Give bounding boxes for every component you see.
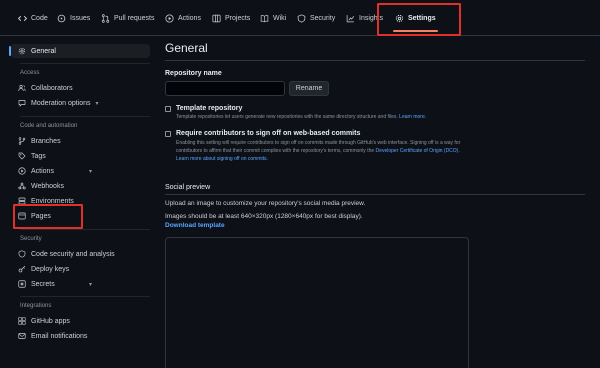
sidebar-item-label: GitHub apps xyxy=(31,317,70,325)
divider xyxy=(165,194,585,195)
sidebar-heading-security: Security xyxy=(20,236,42,242)
tab-issues-label: Issues xyxy=(70,14,91,22)
chevron-down-icon: ▾ xyxy=(88,281,92,288)
tab-issues[interactable]: Issues xyxy=(57,0,90,36)
template-label: Template repository xyxy=(176,105,243,112)
sidebar-item-label: Secrets xyxy=(31,280,55,288)
dco-link[interactable]: Developer Certificate of Origin (DCO). xyxy=(376,148,460,154)
tab-pull-requests-label: Pull requests xyxy=(114,14,155,22)
signoff-checkbox[interactable] xyxy=(165,131,171,137)
sidebar-heading-code-automation: Code and automation xyxy=(20,123,78,129)
code-icon xyxy=(18,14,27,23)
sidebar-item-webhooks[interactable]: Webhooks xyxy=(10,179,150,193)
pages-highlight-box xyxy=(13,204,83,229)
sidebar-item-label: Deploy keys xyxy=(31,265,70,273)
comment-icon xyxy=(18,99,26,107)
rename-button[interactable]: Rename xyxy=(289,81,329,96)
tab-code[interactable]: Code xyxy=(18,0,48,36)
sidebar-item-deploy-keys[interactable]: Deploy keys xyxy=(10,262,150,276)
signoff-description-text: contributors to affirm that their commit… xyxy=(176,148,375,154)
sidebar-heading-access: Access xyxy=(20,70,40,76)
sidebar-item-branches[interactable]: Branches xyxy=(10,134,150,148)
social-preview-size-hint: Images should be at least 640×320px (128… xyxy=(165,213,363,220)
play-icon xyxy=(18,167,26,175)
social-preview-heading: Social preview xyxy=(165,184,211,191)
divider xyxy=(20,296,150,297)
sidebar-item-label: Code security and analysis xyxy=(31,250,115,258)
signoff-description-line-2: contributors to affirm that their commit… xyxy=(176,147,460,155)
sidebar-item-actions[interactable]: Actions ▾ xyxy=(10,164,150,178)
page-title: General xyxy=(165,41,208,55)
signoff-learn-more-link[interactable]: Learn more about signing off on commits. xyxy=(176,155,268,163)
settings-highlight-box xyxy=(377,3,461,36)
template-description: Template repositories let users generate… xyxy=(176,113,426,121)
settings-main: General Repository name Rename Template … xyxy=(165,0,585,368)
tag-icon xyxy=(18,152,26,160)
sidebar-item-general[interactable]: General xyxy=(9,44,150,58)
template-description-text: Template repositories let users generate… xyxy=(176,114,398,120)
sidebar-item-label: Branches xyxy=(31,137,61,145)
sidebar-item-tags[interactable]: Tags xyxy=(10,149,150,163)
template-checkbox[interactable] xyxy=(165,106,171,112)
chevron-down-icon: ▾ xyxy=(88,168,92,175)
sidebar-heading-integrations: Integrations xyxy=(20,303,52,309)
sidebar-item-github-apps[interactable]: GitHub apps xyxy=(10,314,150,328)
shield-icon xyxy=(18,250,26,258)
divider xyxy=(165,60,585,61)
branch-icon xyxy=(18,137,26,145)
sidebar-item-email-notifications[interactable]: Email notifications xyxy=(10,329,150,343)
social-preview-description: Upload an image to customize your reposi… xyxy=(165,200,366,207)
people-icon xyxy=(18,84,26,92)
sidebar-item-code-security[interactable]: Code security and analysis xyxy=(10,247,150,261)
issue-icon xyxy=(57,14,66,23)
tab-code-label: Code xyxy=(31,14,48,22)
divider xyxy=(20,63,150,64)
repo-name-input[interactable] xyxy=(165,81,285,96)
repo-name-label: Repository name xyxy=(165,70,222,77)
signoff-description-line-1: Enabling this setting will require contr… xyxy=(176,140,461,146)
download-template-link[interactable]: Download template xyxy=(165,222,225,229)
signoff-label: Require contributors to sign off on web-… xyxy=(176,130,361,137)
sidebar-item-label: Webhooks xyxy=(31,182,64,190)
social-preview-image-area[interactable] xyxy=(165,237,469,368)
divider xyxy=(20,229,150,230)
webhook-icon xyxy=(18,182,26,190)
asterisk-icon xyxy=(18,280,26,288)
sidebar-item-moderation-options[interactable]: Moderation options ▾ xyxy=(10,96,150,110)
sidebar-item-label: Tags xyxy=(31,152,46,160)
sidebar-item-label: General xyxy=(31,47,56,55)
sidebar-item-label: Actions xyxy=(31,167,54,175)
sidebar-item-collaborators[interactable]: Collaborators xyxy=(10,81,150,95)
sidebar-item-label: Moderation options xyxy=(31,99,91,107)
gear-icon xyxy=(18,47,26,55)
chevron-down-icon: ▾ xyxy=(95,100,99,107)
sidebar-item-secrets[interactable]: Secrets ▾ xyxy=(10,277,150,291)
learn-more-link[interactable]: Learn more. xyxy=(399,114,426,120)
key-icon xyxy=(18,265,26,273)
divider xyxy=(20,116,150,117)
apps-icon xyxy=(18,317,26,325)
pull-request-icon xyxy=(101,13,110,23)
mail-icon xyxy=(18,332,26,340)
sidebar-item-label: Email notifications xyxy=(31,332,88,340)
tab-pull-requests[interactable]: Pull requests xyxy=(101,0,154,36)
sidebar-item-label: Collaborators xyxy=(31,84,73,92)
